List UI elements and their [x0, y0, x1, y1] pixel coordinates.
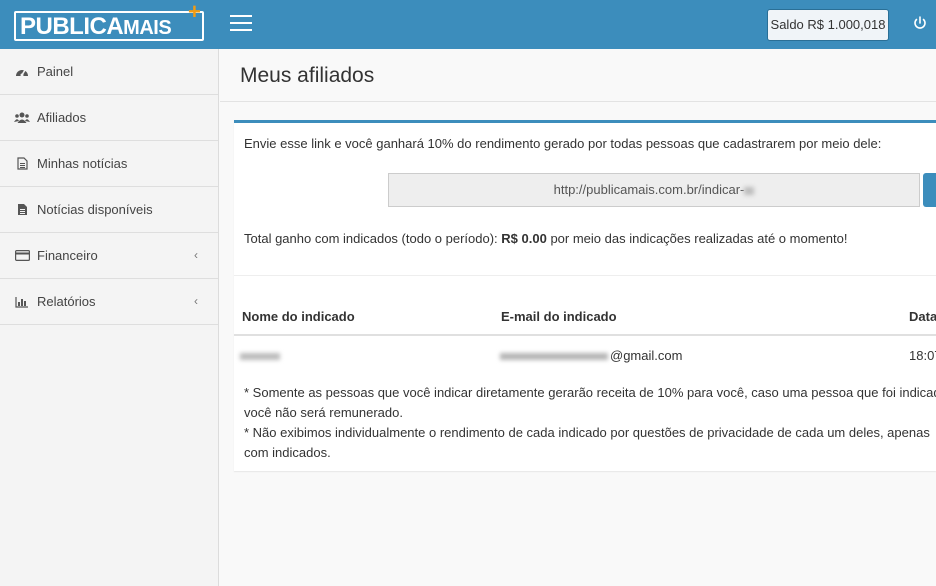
note-line: com indicados. — [244, 445, 331, 460]
sidebar-item-label: Relatórios — [37, 294, 96, 309]
column-header-name: Nome do indicado — [242, 309, 355, 324]
total-value: R$ 0.00 — [501, 231, 547, 246]
referral-intro: Envie esse link e você ganhará 10% do re… — [244, 136, 882, 151]
total-suffix: por meio das indicações realizadas até o… — [546, 231, 848, 246]
sidebar-item-financeiro[interactable]: Financeiro ‹ — [0, 233, 218, 279]
sidebar-item-relatorios[interactable]: Relatórios ‹ — [0, 279, 218, 325]
table-header-divider — [234, 334, 936, 336]
table-cell-name — [240, 348, 280, 363]
email-domain: @gmail.com — [610, 348, 683, 363]
table-cell-date: 18:07 — [909, 348, 936, 363]
content-header: Meus afiliados — [220, 49, 936, 102]
logo-text: PUBLICAMAIS — [20, 13, 172, 41]
hamburger-icon[interactable] — [230, 15, 252, 33]
logo-plus: + — [188, 0, 201, 24]
sidebar-item-label: Financeiro — [37, 248, 98, 263]
redacted-text — [500, 353, 608, 361]
column-header-email: E-mail do indicado — [501, 309, 617, 324]
logo-mais: MAIS — [123, 17, 172, 39]
top-navbar: PUBLICAMAIS + Saldo R$ 1.000,018 — [0, 0, 936, 49]
total-prefix: Total ganho com indicados (todo o períod… — [244, 231, 502, 246]
balance-button[interactable]: Saldo R$ 1.000,018 — [767, 9, 889, 41]
table-cell-email: @gmail.com — [500, 348, 682, 363]
affiliates-box: Envie esse link e você ganhará 10% do re… — [234, 120, 936, 471]
chevron-left-icon: ‹ — [194, 248, 198, 262]
power-icon[interactable] — [911, 14, 929, 32]
redacted-text — [240, 353, 280, 361]
credit-card-icon — [14, 249, 30, 263]
sidebar-item-noticias-disponiveis[interactable]: Notícias disponíveis — [0, 187, 218, 233]
sidebar-item-label: Notícias disponíveis — [37, 202, 153, 217]
users-icon — [14, 111, 30, 125]
copy-link-button[interactable] — [923, 173, 936, 207]
sidebar-item-minhas-noticias[interactable]: Minhas notícias — [0, 141, 218, 187]
dashboard-icon — [14, 65, 30, 79]
chevron-left-icon: ‹ — [194, 294, 198, 308]
bar-chart-icon — [14, 295, 30, 309]
page-title: Meus afiliados — [240, 64, 375, 87]
sidebar: Painel Afiliados Minhas notícias Notícia… — [0, 49, 219, 586]
referral-link-text: http://publicamais.com.br/indicar- — [553, 182, 745, 197]
referral-link-field[interactable]: http://publicamais.com.br/indicar- — [388, 173, 920, 207]
logo[interactable]: PUBLICAMAIS + — [14, 1, 204, 41]
divider — [234, 275, 936, 276]
file-outline-icon — [14, 157, 30, 171]
logo-main: PUBLICA — [20, 13, 124, 40]
note-line: * Não exibimos individualmente o rendime… — [244, 425, 930, 440]
column-header-date: Data — [909, 309, 936, 324]
sidebar-item-painel[interactable]: Painel — [0, 49, 218, 95]
note-line: * Somente as pessoas que você indicar di… — [244, 385, 936, 400]
sidebar-item-afiliados[interactable]: Afiliados — [0, 95, 218, 141]
file-icon — [14, 203, 30, 217]
redacted-text — [744, 186, 755, 195]
sidebar-item-label: Painel — [37, 64, 74, 79]
note-line: você não será remunerado. — [244, 405, 403, 420]
total-earned: Total ganho com indicados (todo o períod… — [244, 231, 847, 246]
sidebar-item-label: Afiliados — [37, 110, 87, 125]
sidebar-item-label: Minhas notícias — [37, 156, 128, 171]
